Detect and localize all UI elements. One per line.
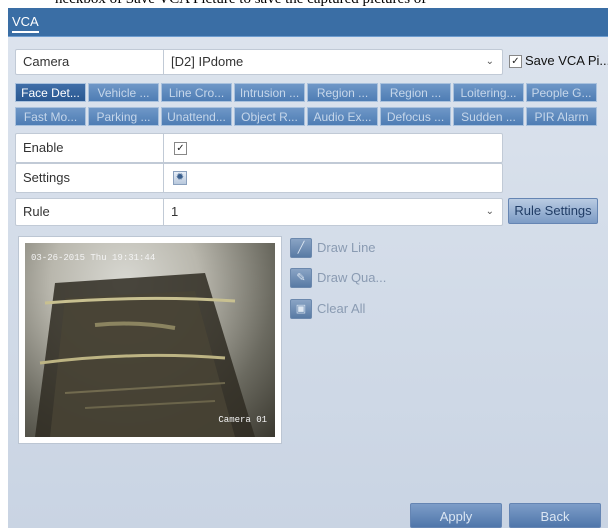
chevron-down-icon: ⌄ xyxy=(485,56,494,67)
live-video: 03-26-2015 Thu 19:31:44 Camera 01 xyxy=(25,243,275,437)
draw-line-label: Draw Line xyxy=(317,240,376,255)
title-bar: VCA xyxy=(8,8,608,37)
draw-line-icon: ╱ xyxy=(290,238,312,258)
tab-vehicle[interactable]: Vehicle ... xyxy=(88,83,159,102)
divider xyxy=(163,134,164,162)
camera-value: [D2] IPdome xyxy=(171,54,244,69)
tab-face-detection[interactable]: Face Det... xyxy=(15,83,86,102)
tab-audio-exception[interactable]: Audio Ex... xyxy=(307,107,378,126)
tab-people-gathering[interactable]: People G... xyxy=(526,83,597,102)
timestamp-overlay: 03-26-2015 Thu 19:31:44 xyxy=(31,253,156,263)
apply-button[interactable]: Apply xyxy=(410,503,502,528)
tab-object-removal[interactable]: Object R... xyxy=(234,107,305,126)
enable-label: Enable xyxy=(23,140,64,155)
scene-image xyxy=(35,273,255,437)
divider xyxy=(163,164,164,192)
enable-row: Enable ✓ xyxy=(15,133,503,163)
camera-label: Camera xyxy=(23,54,70,69)
tab-sudden-scene-change[interactable]: Sudden ... xyxy=(453,107,524,126)
rule-value: 1 xyxy=(171,204,179,219)
draw-quadrilateral-label: Draw Qua... xyxy=(317,270,387,285)
camera-select[interactable]: [D2] IPdome ⌄ xyxy=(164,50,502,74)
tab-defocus[interactable]: Defocus ... xyxy=(380,107,451,126)
draw-quadrilateral-icon: ✎ xyxy=(290,268,312,288)
camera-row: Camera [D2] IPdome ⌄ xyxy=(15,49,503,75)
settings-row: Settings ✹ xyxy=(15,163,503,193)
tab-unattended-baggage[interactable]: Unattend... xyxy=(161,107,232,126)
rule-select[interactable]: 1 ⌄ xyxy=(164,199,502,225)
tab-loitering[interactable]: Loitering... xyxy=(453,83,524,102)
tab-pir-alarm[interactable]: PIR Alarm xyxy=(526,107,597,126)
back-button[interactable]: Back xyxy=(509,503,601,528)
camera-preview[interactable]: 03-26-2015 Thu 19:31:44 Camera 01 xyxy=(18,236,282,444)
tab-region-entrance[interactable]: Region ... xyxy=(307,83,378,102)
vca-window: VCA Camera [D2] IPdome ⌄ ✓ Save VCA Pi..… xyxy=(8,8,608,528)
camera-name-overlay: Camera 01 xyxy=(218,415,267,425)
clear-all-label: Clear All xyxy=(317,301,366,316)
checkbox-icon: ✓ xyxy=(509,55,522,68)
tab-region-exiting[interactable]: Region ... xyxy=(380,83,451,102)
enable-checkbox[interactable]: ✓ xyxy=(174,142,187,155)
rule-label: Rule xyxy=(23,204,50,219)
settings-label: Settings xyxy=(23,170,70,185)
tab-line-crossing[interactable]: Line Cro... xyxy=(161,83,232,102)
tab-vca[interactable]: VCA xyxy=(12,14,39,33)
gear-icon[interactable]: ✹ xyxy=(173,171,187,185)
tab-parking[interactable]: Parking ... xyxy=(88,107,159,126)
rule-row: Rule 1 ⌄ xyxy=(15,198,503,226)
chevron-down-icon: ⌄ xyxy=(485,206,494,217)
save-vca-label: Save VCA Pi... xyxy=(525,53,608,68)
tab-intrusion[interactable]: Intrusion ... xyxy=(234,83,305,102)
clear-all-icon: ▣ xyxy=(290,299,312,319)
instruction-text-fragment: heckbox of Save VCA Picture to save the … xyxy=(0,0,608,8)
rule-settings-button[interactable]: Rule Settings xyxy=(508,198,598,224)
tab-fast-moving[interactable]: Fast Mo... xyxy=(15,107,86,126)
